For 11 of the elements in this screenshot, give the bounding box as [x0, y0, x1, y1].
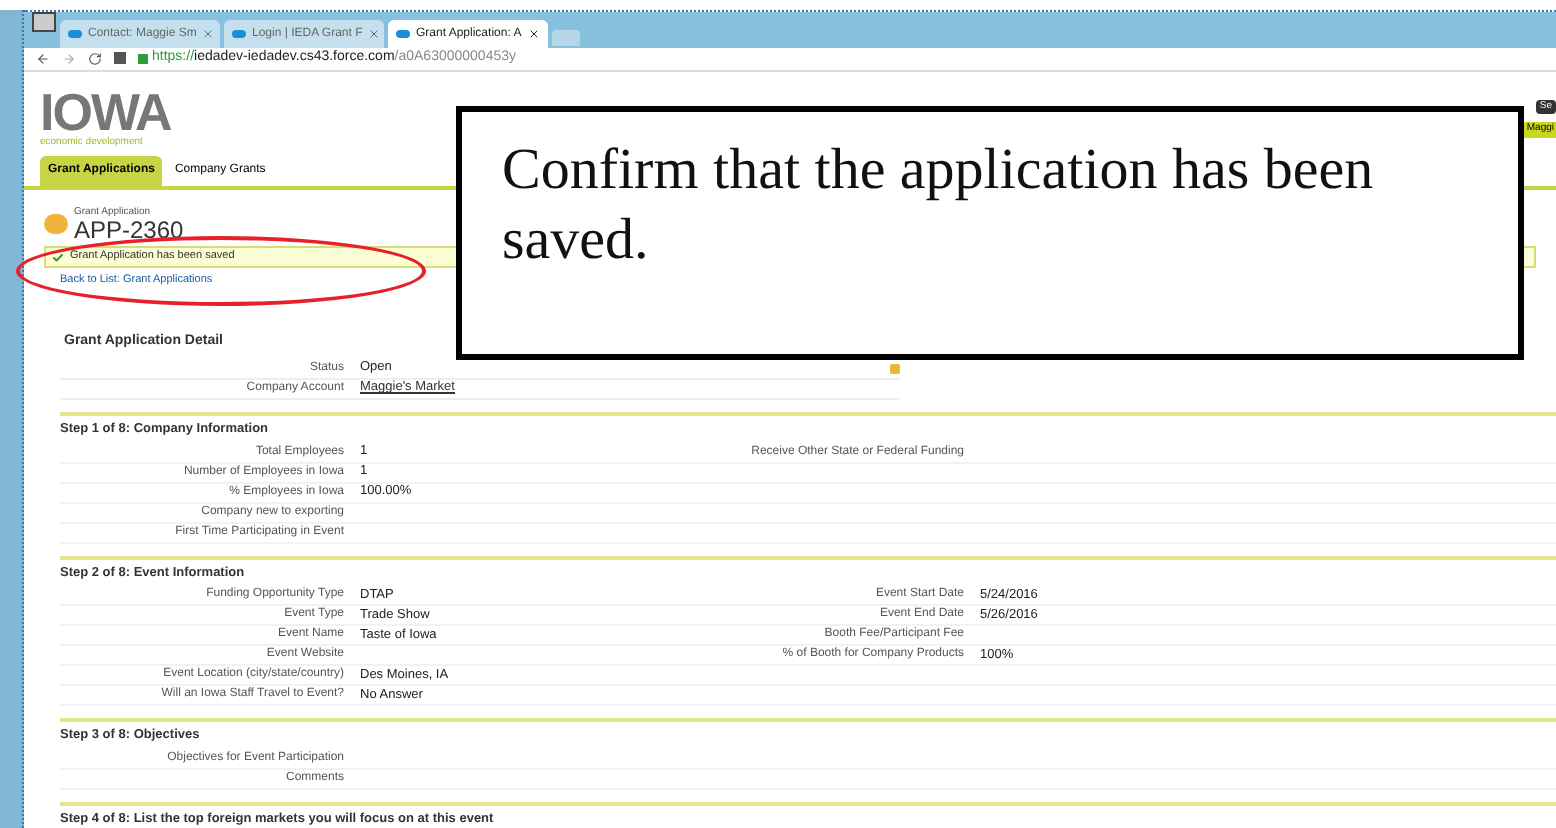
cloud-icon: [68, 30, 82, 38]
close-icon[interactable]: [528, 28, 540, 40]
cloud-icon: [396, 30, 410, 38]
record-name: APP-2360: [74, 220, 184, 242]
back-arrow-icon[interactable]: [36, 51, 50, 66]
cloud-icon: [232, 30, 246, 38]
image-icon: [32, 12, 56, 32]
logo: IOWA: [40, 87, 171, 135]
check-icon: [52, 251, 64, 263]
reload-icon[interactable]: [88, 51, 102, 66]
record-icon: [44, 213, 68, 234]
